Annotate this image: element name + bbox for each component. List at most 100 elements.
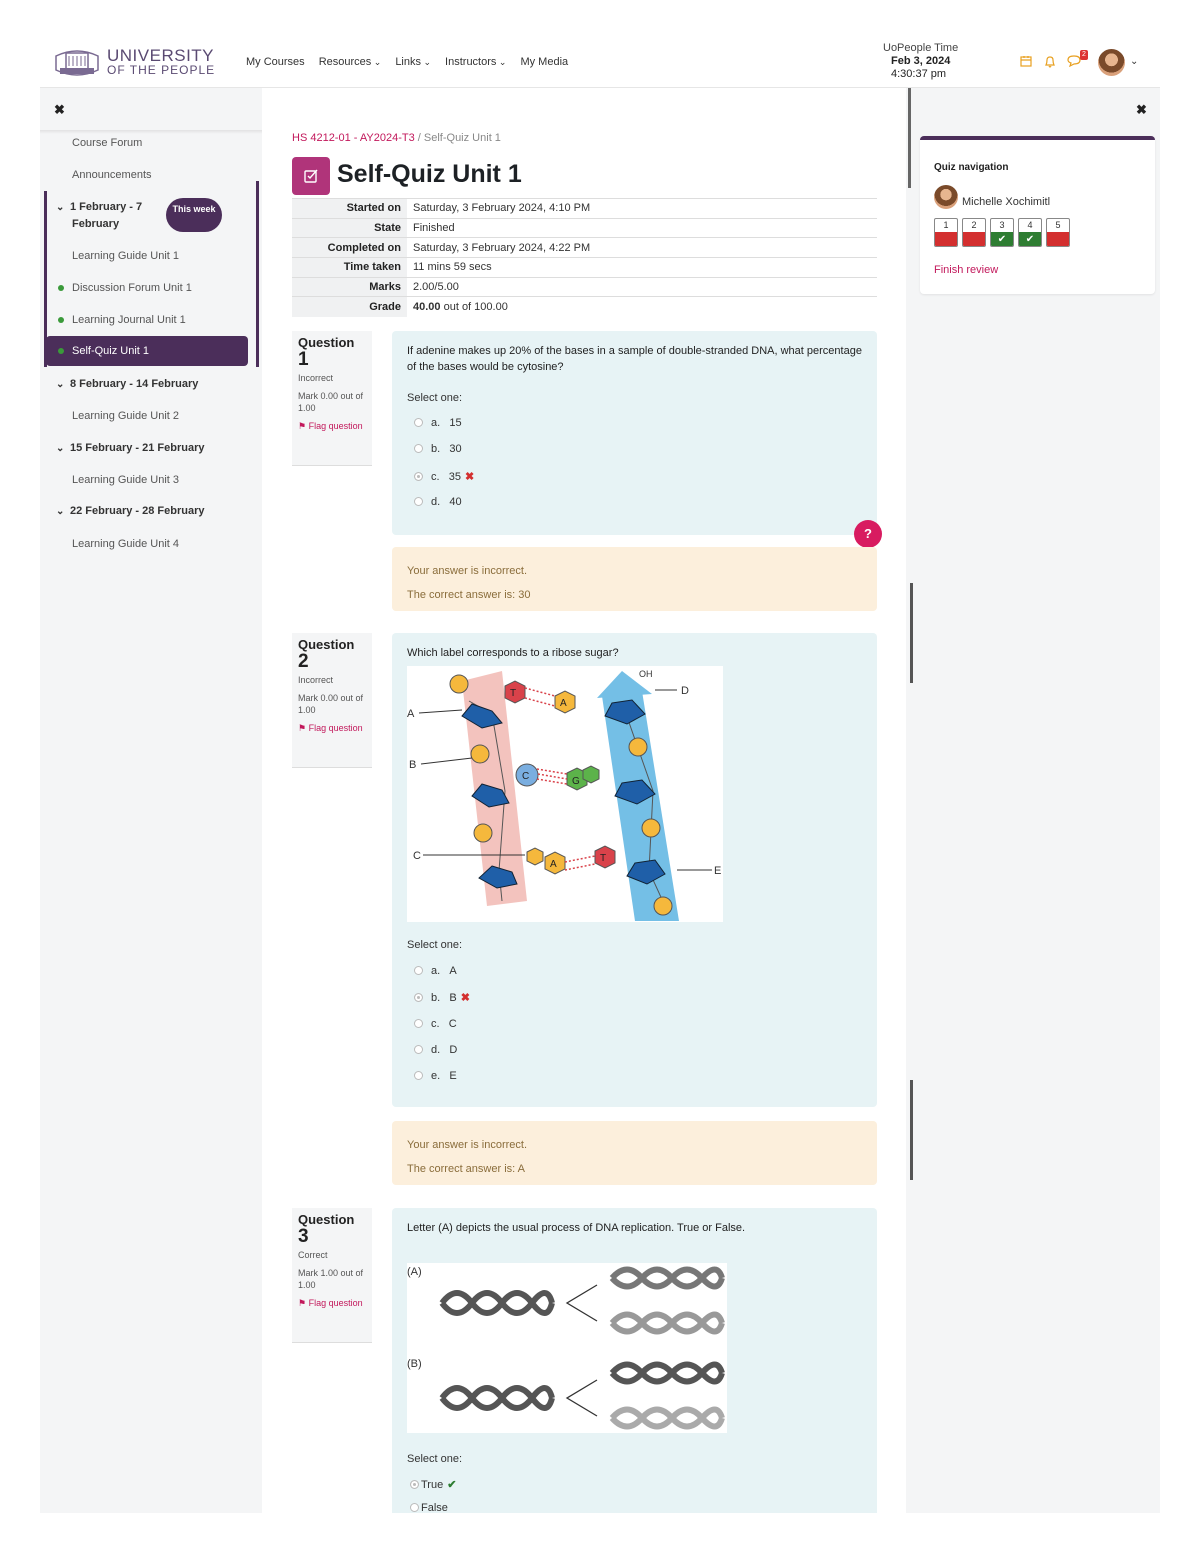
radio-button-selected[interactable] — [414, 472, 423, 481]
quiz-nav-button-4[interactable]: 4 ✔ — [1018, 218, 1042, 247]
answer-option-b[interactable]: b. 30 — [414, 443, 462, 455]
drawer-section-week-2[interactable]: ⌄ 8 February - 14 February — [56, 378, 198, 390]
close-drawer-icon[interactable]: ✖ — [54, 102, 65, 118]
page-scrollbar-segment[interactable] — [910, 1080, 913, 1180]
figure-label-b: (B) — [407, 1358, 422, 1370]
chevron-down-icon[interactable]: ⌄ — [1130, 56, 1138, 67]
question-mark: Mark 0.00 out of 1.00 — [298, 693, 364, 715]
page-scrollbar-segment[interactable] — [910, 583, 913, 683]
breadcrumb: HS 4212-01 - AY2024-T3 / Self-Quiz Unit … — [292, 132, 501, 144]
drawer-item-learning-guide-3[interactable]: Learning Guide Unit 3 — [72, 474, 179, 486]
answer-option-d[interactable]: d. 40 — [414, 496, 462, 508]
flag-question-link[interactable]: ⚑ Flag question — [298, 722, 366, 734]
dna-replication-figure: (A) (B) — [407, 1263, 727, 1433]
chevron-down-icon[interactable]: ⌄ — [56, 379, 70, 390]
logo-line-2: OF THE PEOPLE — [107, 63, 216, 77]
help-button[interactable]: ? — [854, 520, 882, 548]
week-3-label: 15 February - 21 February — [70, 442, 205, 454]
nav-links[interactable]: Links — [395, 56, 431, 68]
option-letter: d. — [431, 496, 441, 508]
answer-option-true[interactable]: True ✔ — [410, 1478, 456, 1491]
nav-instructors[interactable]: Instructors — [445, 56, 506, 68]
bell-icon[interactable] — [1044, 55, 1056, 71]
radio-button[interactable] — [414, 1019, 423, 1028]
base-t2-label: T — [600, 853, 606, 864]
drawer-item-learning-journal-1[interactable]: Learning Journal Unit 1 — [72, 314, 186, 326]
drawer-item-learning-guide-1[interactable]: Learning Guide Unit 1 — [72, 250, 179, 262]
nav-resources[interactable]: Resources — [319, 56, 382, 68]
option-text: E — [449, 1070, 457, 1082]
quiz-nav-button-5[interactable]: 5 — [1046, 218, 1070, 247]
answer-option-a[interactable]: a. A — [414, 965, 457, 977]
drawer-scrollbar[interactable] — [256, 181, 259, 367]
week-2-label: 8 February - 14 February — [70, 378, 199, 390]
drawer-scrollbar[interactable] — [908, 88, 911, 188]
breadcrumb-separator: / — [417, 132, 421, 144]
drawer-section-week-3[interactable]: ⌄ 15 February - 21 February — [56, 442, 205, 454]
breadcrumb-course-link[interactable]: HS 4212-01 - AY2024-T3 — [292, 132, 415, 144]
breadcrumb-current: Self-Quiz Unit 1 — [423, 132, 501, 144]
summary-key: Time taken — [292, 257, 407, 278]
label-oh: OH — [639, 669, 653, 679]
drawer-item-discussion-forum-1[interactable]: Discussion Forum Unit 1 — [72, 282, 192, 294]
option-text: D — [449, 1044, 458, 1056]
university-logo[interactable]: UNIVERSITY OF THE PEOPLE — [52, 44, 220, 82]
radio-button[interactable] — [414, 1045, 423, 1054]
question-mark: Mark 0.00 out of 1.00 — [298, 391, 364, 413]
answer-option-e[interactable]: e. E — [414, 1070, 457, 1082]
flag-label: Flag question — [308, 1298, 363, 1308]
answer-option-c[interactable]: c. C — [414, 1018, 457, 1030]
drawer-section-week-1[interactable]: ⌄ 1 February - 7 — [56, 201, 142, 213]
summary-value: 40.00 out of 100.00 — [407, 296, 877, 317]
quiz-nav-button-1[interactable]: 1 — [934, 218, 958, 247]
radio-button[interactable] — [414, 497, 423, 506]
drawer-section-week-4[interactable]: ⌄ 22 February - 28 February — [56, 505, 205, 517]
drawer-divider — [40, 130, 262, 134]
figure-label-a: (A) — [407, 1266, 422, 1278]
finish-review-link[interactable]: Finish review — [934, 264, 998, 276]
drawer-item-course-forum[interactable]: Course Forum — [72, 137, 142, 149]
quiz-nav-button-3[interactable]: 3 ✔ — [990, 218, 1014, 247]
chevron-down-icon[interactable]: ⌄ — [56, 202, 70, 213]
quiz-nav-number: 1 — [943, 220, 949, 230]
answer-option-b[interactable]: b. B ✖ — [414, 991, 470, 1004]
nav-my-media[interactable]: My Media — [520, 56, 568, 68]
radio-button-selected[interactable] — [414, 993, 423, 1002]
quiz-nav-button-2[interactable]: 2 — [962, 218, 986, 247]
user-name: Michelle Xochimitl — [962, 196, 1051, 208]
flag-question-link[interactable]: ⚑ Flag question — [298, 1297, 366, 1309]
user-avatar[interactable] — [1098, 49, 1125, 76]
chevron-down-icon[interactable]: ⌄ — [56, 506, 70, 517]
question-1-content: If adenine makes up 20% of the bases in … — [392, 331, 877, 535]
correct-icon: ✔ — [447, 1479, 457, 1491]
question-3-info: Question 3 Correct Mark 1.00 out of 1.00… — [292, 1208, 372, 1343]
radio-button[interactable] — [414, 966, 423, 975]
messages-icon[interactable] — [1067, 55, 1081, 70]
chevron-down-icon[interactable]: ⌄ — [56, 443, 70, 454]
question-state: Incorrect — [298, 675, 334, 685]
question-mark: Mark 1.00 out of 1.00 — [298, 1268, 364, 1290]
option-letter: b. — [431, 992, 441, 1004]
drawer-item-self-quiz-1[interactable]: Self-Quiz Unit 1 — [46, 336, 248, 366]
drawer-item-announcements[interactable]: Announcements — [72, 169, 152, 181]
answer-option-d[interactable]: d. D — [414, 1044, 457, 1056]
answer-option-false[interactable]: False — [410, 1502, 448, 1513]
answer-option-c[interactable]: c. 35 ✖ — [414, 470, 474, 483]
calendar-icon[interactable] — [1020, 55, 1032, 70]
radio-button[interactable] — [414, 418, 423, 427]
radio-button[interactable] — [414, 1071, 423, 1080]
answer-option-a[interactable]: a. 15 — [414, 417, 462, 429]
nav-my-courses[interactable]: My Courses — [246, 56, 305, 68]
drawer-item-learning-guide-4[interactable]: Learning Guide Unit 4 — [72, 538, 179, 550]
drawer-item-learning-guide-2[interactable]: Learning Guide Unit 2 — [72, 410, 179, 422]
flag-question-link[interactable]: ⚑ Flag question — [298, 420, 366, 432]
completion-dot-icon — [58, 285, 64, 291]
radio-button[interactable] — [410, 1503, 419, 1512]
flag-label: Flag question — [308, 421, 363, 431]
option-text: 15 — [449, 417, 462, 429]
flag-icon: ⚑ — [298, 1298, 307, 1308]
radio-button-selected[interactable] — [410, 1480, 419, 1489]
summary-value: Saturday, 3 February 2024, 4:22 PM — [407, 237, 877, 258]
radio-button[interactable] — [414, 444, 423, 453]
close-drawer-icon[interactable]: ✖ — [1136, 102, 1147, 118]
